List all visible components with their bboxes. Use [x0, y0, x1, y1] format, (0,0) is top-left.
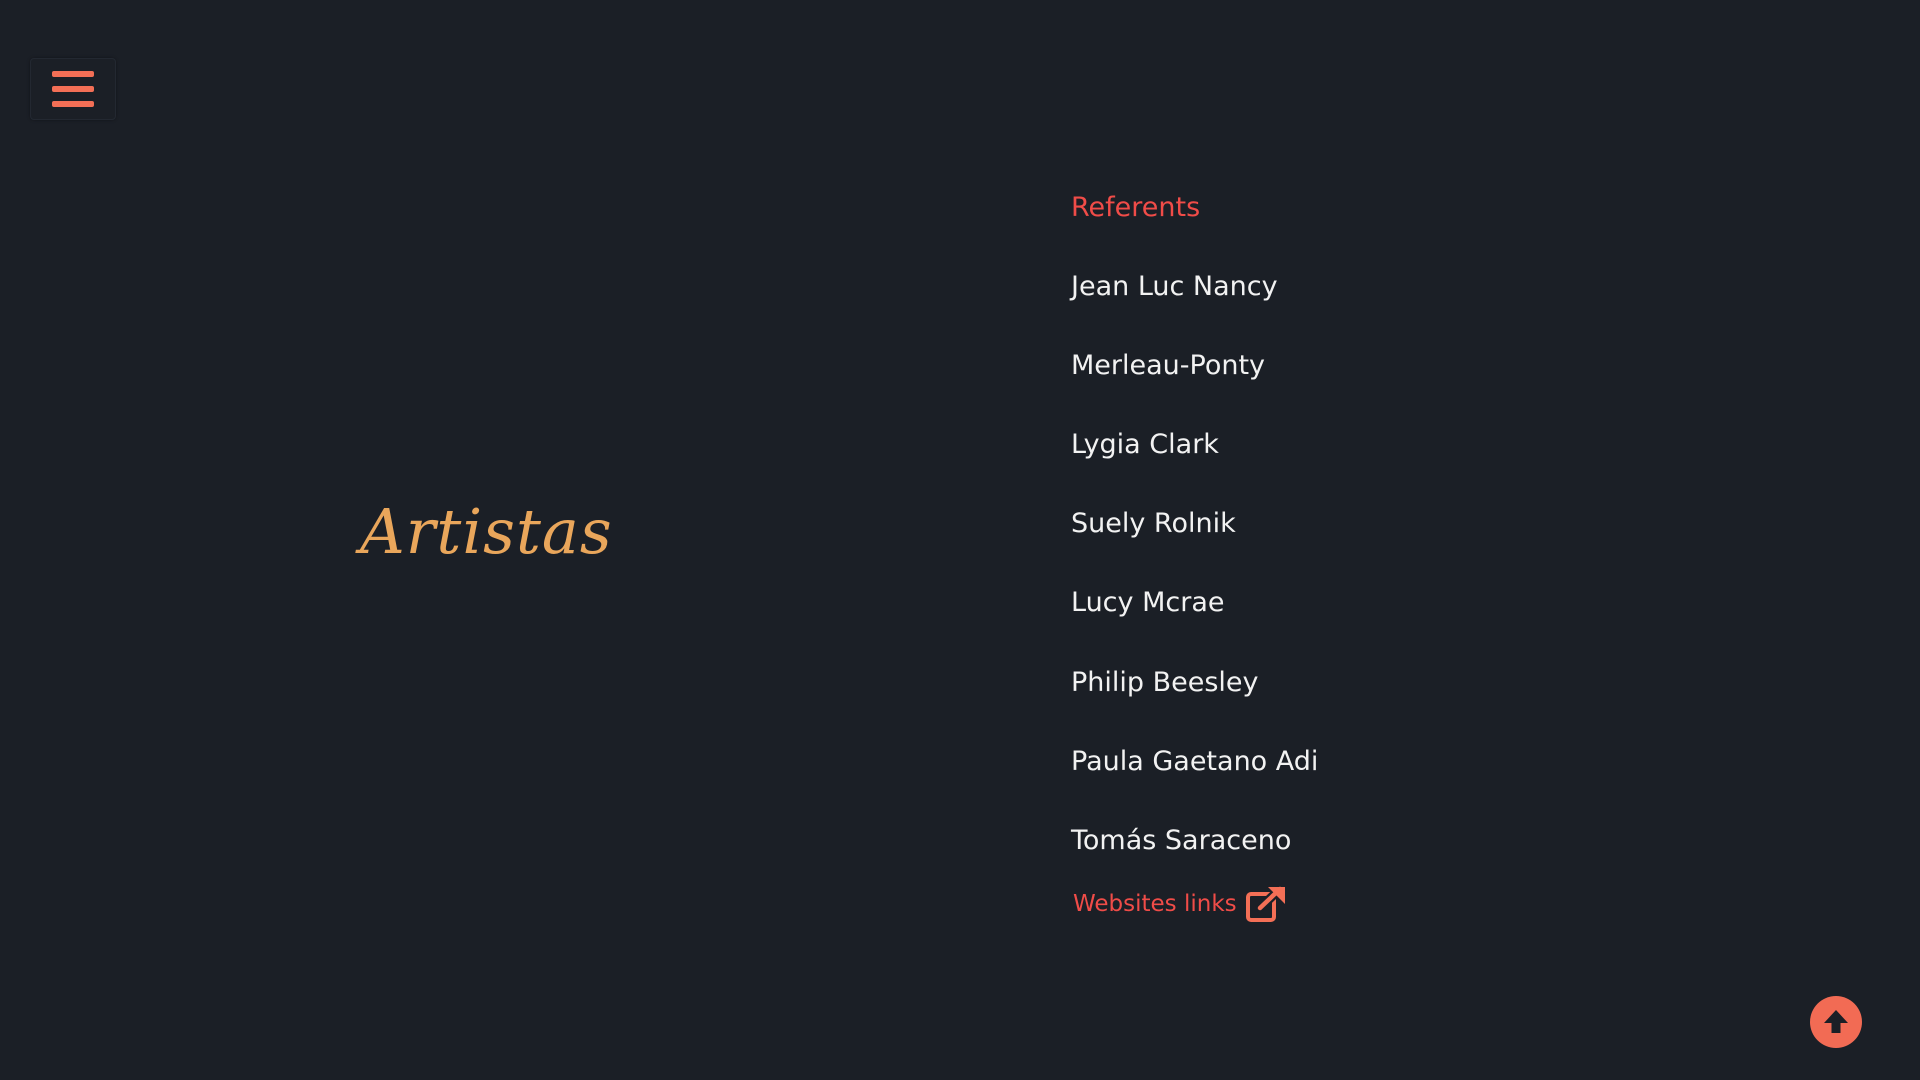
- referents-list: Jean Luc Nancy Merleau-Ponty Lygia Clark…: [1071, 267, 1318, 861]
- referent-item: Lygia Clark: [1071, 429, 1219, 461]
- arrow-up-icon: [1824, 1010, 1848, 1033]
- scroll-to-top-button[interactable]: [1810, 996, 1862, 1048]
- hamburger-menu-icon: [52, 71, 94, 107]
- referents-heading: Referents: [1071, 192, 1201, 223]
- referent-item: Tomás Saraceno: [1071, 824, 1292, 856]
- referent-item: Lucy Mcrae: [1071, 587, 1225, 619]
- referent-item: Paula Gaetano Adi: [1071, 745, 1319, 777]
- hamburger-menu-button[interactable]: [30, 58, 116, 120]
- referent-item: Philip Beesley: [1071, 666, 1259, 698]
- referents-section: Referents Jean Luc Nancy Merleau-Ponty L…: [1071, 188, 1318, 861]
- artists-title: Artistas: [360, 495, 613, 568]
- referent-item: Suely Rolnik: [1071, 508, 1236, 540]
- websites-links-label: Websites links: [1073, 891, 1237, 917]
- websites-links-link[interactable]: Websites links: [1073, 885, 1287, 923]
- referent-item: Jean Luc Nancy: [1071, 271, 1278, 303]
- referent-item: Merleau-Ponty: [1071, 350, 1266, 382]
- external-link-icon: [1245, 885, 1286, 922]
